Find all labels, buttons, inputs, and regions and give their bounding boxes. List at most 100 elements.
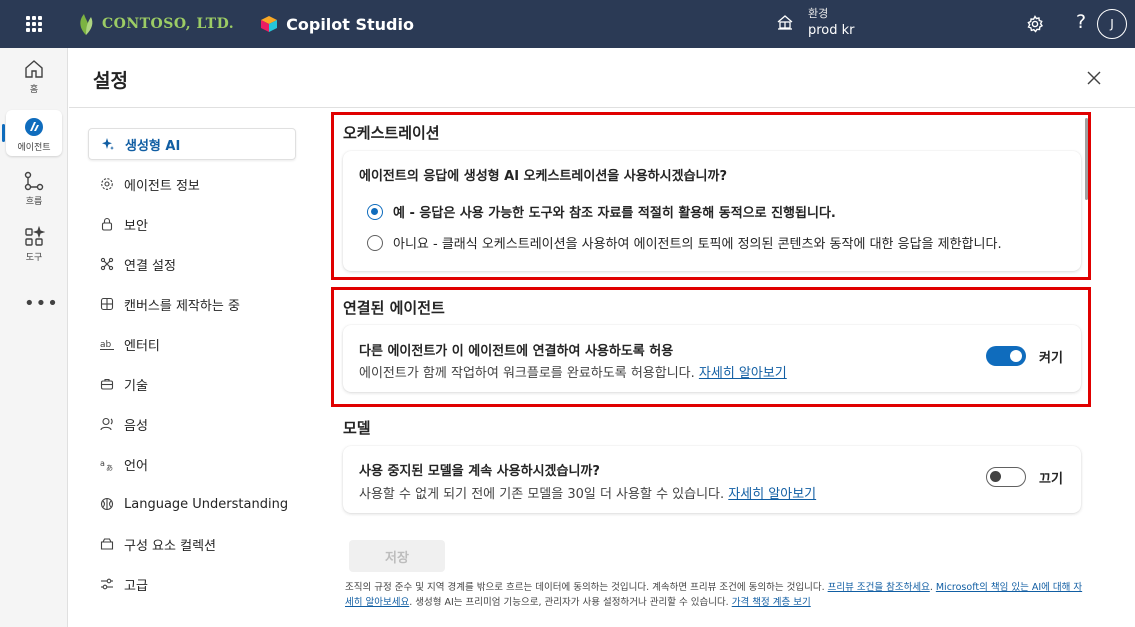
radio-yes[interactable] (367, 203, 383, 220)
rail-item-home[interactable]: 홈 (6, 58, 62, 98)
lock-icon (101, 217, 113, 231)
environment-label: 환경 (808, 7, 829, 20)
sliders-icon (101, 578, 113, 590)
org-name: CONTOSO, LTD. (102, 16, 235, 32)
settings-gear-icon[interactable] (1026, 15, 1044, 33)
home-icon (25, 60, 43, 78)
app-title: Copilot Studio (286, 14, 414, 34)
entity-icon: ab (100, 340, 114, 350)
language-icon: aあ (100, 459, 113, 471)
rail-active-indicator (2, 124, 5, 142)
nav-item-entities[interactable]: ab 엔터티 (88, 328, 296, 360)
gear-icon (101, 178, 113, 190)
connected-agents-title: 연결된 에이전트 (343, 299, 445, 317)
orchestration-option-no[interactable]: 아니요 - 클래식 오케스트레이션을 사용하여 에이전트의 토픽에 정의된 콘텐… (367, 233, 1002, 252)
briefcase-icon (100, 378, 114, 390)
copilot-studio-logo-icon (261, 16, 278, 32)
option-no-label: 아니요 - 클래식 오케스트레이션을 사용하여 에이전트의 토픽에 정의된 콘텐… (393, 237, 1002, 252)
footer-text-1: 조직의 규정 준수 및 지역 경계를 밖으로 흐르는 데이터에 동의하는 것입니… (345, 582, 828, 593)
connect-icon (100, 257, 114, 271)
nav-item-generative-ai[interactable]: 생성형 AI (88, 128, 296, 160)
sparkle-icon (102, 138, 114, 150)
rail-item-tools[interactable]: 도구 (6, 226, 62, 266)
nav-label: 구성 요소 컬렉션 (124, 538, 216, 554)
nav-label: 연결 설정 (124, 258, 176, 274)
model-question: 사용 중지된 모델을 계속 사용하시겠습니까? (359, 464, 600, 479)
tools-icon (25, 226, 45, 246)
svg-text:あ: あ (106, 464, 113, 471)
svg-text:ab: ab (100, 340, 112, 350)
option-yes-label: 예 - 응답은 사용 가능한 도구와 참조 자료를 적절히 활용해 동적으로 진… (393, 206, 836, 221)
model-learn-more-link[interactable]: 자세히 알아보기 (728, 487, 816, 502)
brain-icon (100, 497, 114, 511)
radio-no[interactable] (367, 234, 383, 251)
nav-item-canvas[interactable]: 캔버스를 제작하는 중 (88, 288, 296, 320)
user-avatar[interactable]: J (1097, 9, 1127, 39)
flow-icon (24, 171, 44, 191)
nav-label: 생성형 AI (125, 138, 181, 154)
nav-label: 음성 (124, 418, 148, 434)
model-description-text: 사용할 수 없게 되기 전에 기존 모델을 30일 더 사용할 수 있습니다. (359, 487, 725, 502)
orchestration-card: 에이전트의 응답에 생성형 AI 오케스트레이션을 사용하시겠습니까? 예 - … (343, 151, 1081, 271)
nav-item-language-understanding[interactable]: Language Understanding (88, 488, 296, 520)
grid-icon (100, 297, 114, 311)
environment-picker[interactable]: 환경 prod kr (776, 5, 855, 39)
model-card: 사용 중지된 모델을 계속 사용하시겠습니까? 사용할 수 없게 되기 전에 기… (343, 446, 1081, 513)
nav-label: 에이전트 정보 (124, 178, 200, 194)
nav-label: Language Understanding (124, 496, 289, 512)
model-title: 모델 (343, 419, 371, 437)
model-description: 사용할 수 없게 되기 전에 기존 모델을 30일 더 사용할 수 있습니다. … (359, 483, 816, 502)
connected-agents-toggle[interactable] (986, 346, 1026, 366)
left-rail: 홈 에이전트 흐름 도구 ••• (0, 48, 68, 627)
nav-label: 엔터티 (124, 338, 160, 354)
app-launcher-icon[interactable] (26, 16, 42, 32)
orchestration-title: 오케스트레이션 (343, 124, 440, 142)
rail-item-agents[interactable]: 에이전트 (6, 110, 62, 156)
contoso-logo-icon (80, 14, 93, 35)
connected-agents-question: 다른 에이전트가 이 에이전트에 연결하여 사용하도록 허용 (359, 344, 674, 359)
voice-icon (100, 417, 113, 431)
nav-label: 고급 (124, 578, 148, 594)
nav-item-language[interactable]: aあ 언어 (88, 448, 296, 480)
nav-label: 언어 (124, 458, 148, 474)
nav-label: 캔버스를 제작하는 중 (124, 298, 240, 314)
nav-item-security[interactable]: 보안 (88, 208, 296, 240)
nav-item-connection-settings[interactable]: 연결 설정 (88, 248, 296, 280)
preview-terms-link[interactable]: 프리뷰 조건을 참조하세요 (828, 582, 930, 593)
orchestration-question: 에이전트의 응답에 생성형 AI 오케스트레이션을 사용하시겠습니까? (359, 169, 727, 184)
rail-label-home: 홈 (29, 85, 39, 95)
connected-agents-learn-more-link[interactable]: 자세히 알아보기 (699, 366, 787, 381)
rail-item-flows[interactable]: 흐름 (6, 170, 62, 210)
nav-item-component-collections[interactable]: 구성 요소 컬렉션 (88, 528, 296, 560)
nav-item-advanced[interactable]: 고급 (88, 568, 296, 600)
footer-disclaimer: 조직의 규정 준수 및 지역 경계를 밖으로 흐르는 데이터에 동의하는 것입니… (345, 580, 1085, 610)
model-toggle[interactable] (986, 467, 1026, 487)
connected-agents-card: 다른 에이전트가 이 에이전트에 연결하여 사용하도록 허용 에이전트가 함께 … (343, 325, 1081, 392)
collection-icon (100, 538, 114, 550)
close-icon[interactable] (1086, 70, 1102, 86)
nav-label: 보안 (124, 218, 148, 234)
nav-item-voice[interactable]: 음성 (88, 408, 296, 440)
agent-icon (25, 118, 43, 136)
rail-label-flows: 흐름 (25, 197, 43, 207)
pricing-tiers-link[interactable]: 가격 책정 계층 보기 (732, 597, 811, 608)
connected-agents-toggle-label: 켜기 (1039, 351, 1063, 366)
header-divider (69, 107, 1135, 108)
connected-agents-description-text: 에이전트가 함께 작업하여 워크플로를 완료하도록 허용합니다. (359, 366, 695, 381)
model-toggle-label: 끄기 (1039, 472, 1063, 487)
nav-label: 기술 (124, 378, 148, 394)
save-button[interactable]: 저장 (349, 540, 445, 572)
help-icon[interactable]: ? (1076, 11, 1086, 33)
connected-agents-description: 에이전트가 함께 작업하여 워크플로를 완료하도록 허용합니다. 자세히 알아보… (359, 362, 787, 381)
footer-text-3: . 생성형 AI는 프리미엄 기능으로, 관리자가 사용 설정하거나 관리할 수… (409, 597, 732, 608)
settings-nav: 생성형 AI 에이전트 정보 보안 연결 설정 캔버스를 제작하는 중 ab 엔… (88, 128, 296, 608)
svg-text:a: a (100, 459, 105, 468)
top-bar: CONTOSO, LTD. Copilot Studio 환경 prod kr … (0, 0, 1135, 48)
page-title: 설정 (93, 70, 128, 92)
more-options-icon[interactable]: ••• (24, 293, 59, 314)
nav-item-agent-info[interactable]: 에이전트 정보 (88, 168, 296, 200)
nav-item-skills[interactable]: 기술 (88, 368, 296, 400)
orchestration-option-yes[interactable]: 예 - 응답은 사용 가능한 도구와 참조 자료를 적절히 활용해 동적으로 진… (367, 202, 836, 221)
environment-icon (777, 15, 793, 30)
rail-label-tools: 도구 (25, 253, 43, 263)
